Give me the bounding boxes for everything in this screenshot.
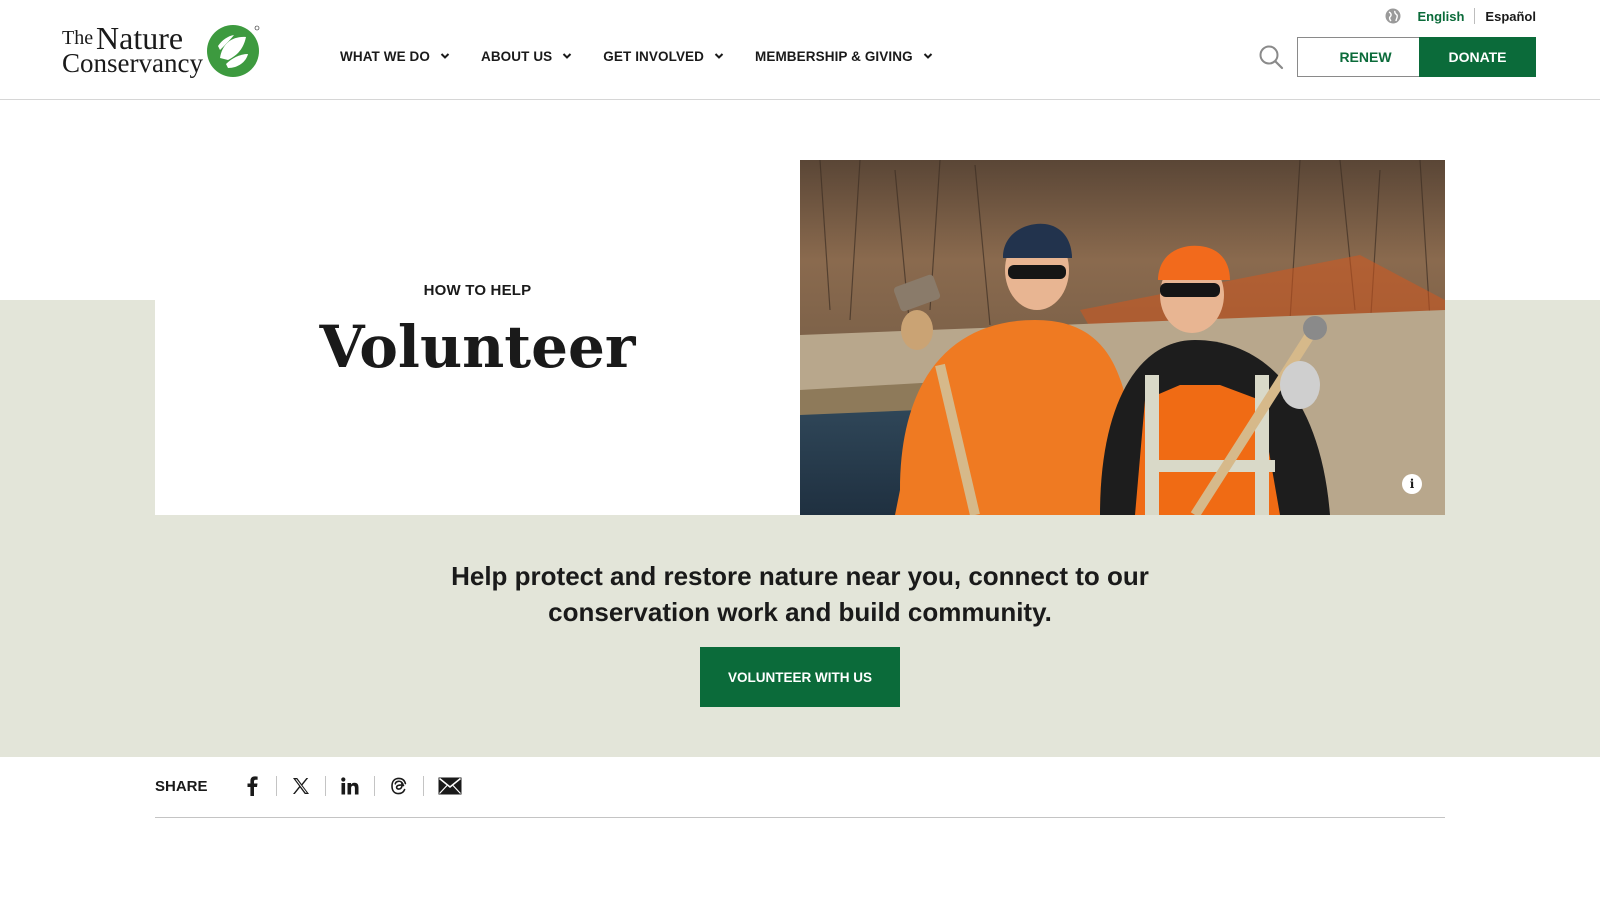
nav-membership-giving[interactable]: MEMBERSHIP & GIVING <box>755 44 934 68</box>
email-icon[interactable] <box>438 776 462 796</box>
site-logo[interactable]: The Nature Conservancy <box>62 22 262 84</box>
chevron-down-icon <box>923 53 932 59</box>
nav-label: GET INVOLVED <box>603 48 705 64</box>
share-divider <box>422 776 424 796</box>
share-divider <box>275 776 277 796</box>
tnc-leaf-globe-icon <box>207 25 260 77</box>
threads-icon[interactable] <box>389 776 409 796</box>
language-espanol-link[interactable]: Español <box>1485 9 1536 24</box>
logo-word-conservancy: Conservancy <box>62 48 203 78</box>
search-button[interactable] <box>1258 44 1284 70</box>
share-bar: SHARE <box>155 772 462 800</box>
renew-button[interactable]: RENEW <box>1297 37 1434 77</box>
site-header: The Nature Conservancy WHAT WE DO ABOUT … <box>0 0 1600 100</box>
donate-button[interactable]: DONATE <box>1419 37 1536 77</box>
volunteer-with-us-button[interactable]: VOLUNTEER WITH US <box>700 647 900 707</box>
volunteers-photo-illustration <box>800 160 1445 515</box>
x-icon[interactable] <box>291 776 311 796</box>
linkedin-icon[interactable] <box>340 776 360 796</box>
logo-word-the: The <box>62 27 94 49</box>
nav-about-us[interactable]: ABOUT US <box>481 44 573 68</box>
globe-icon <box>1385 8 1401 24</box>
search-icon <box>1259 45 1284 70</box>
language-divider <box>1474 8 1476 24</box>
facebook-icon[interactable] <box>242 776 262 796</box>
share-label: SHARE <box>155 777 208 795</box>
nav-label: MEMBERSHIP & GIVING <box>755 48 913 64</box>
nav-label: ABOUT US <box>480 48 553 64</box>
nav-label: WHAT WE DO <box>340 48 430 64</box>
language-english-link[interactable]: English <box>1417 9 1464 24</box>
nav-what-we-do[interactable]: WHAT WE DO <box>340 44 451 68</box>
hero-description: Help protect and restore nature near you… <box>451 561 1149 627</box>
chevron-down-icon <box>714 53 724 59</box>
main-nav: WHAT WE DO ABOUT US GET INVOLVED MEMBERS… <box>340 44 964 68</box>
share-divider-rule <box>155 817 1445 818</box>
chevron-down-icon <box>563 53 572 59</box>
language-switcher: English Español <box>1385 8 1536 24</box>
share-divider <box>373 776 375 796</box>
nav-get-involved[interactable]: GET INVOLVED <box>603 44 725 68</box>
share-divider <box>324 776 326 796</box>
hero-photo-volunteers <box>800 160 1445 515</box>
chevron-down-icon <box>440 53 450 59</box>
page-title: Volunteer <box>319 313 636 381</box>
photo-info-button[interactable]: i <box>1402 474 1422 494</box>
hero-eyebrow: HOW TO HELP <box>423 282 532 299</box>
